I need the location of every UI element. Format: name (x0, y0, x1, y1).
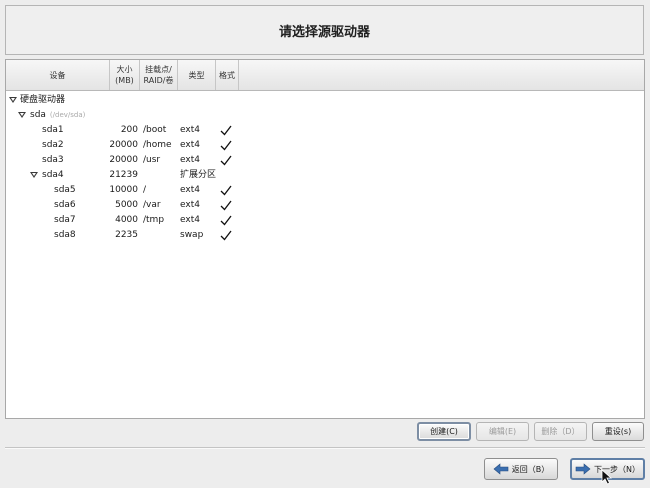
partition-type: ext4 (180, 185, 200, 195)
disk-path: (/dev/sda) (49, 111, 86, 119)
partition-type: ext4 (180, 140, 200, 150)
partition-type: swap (180, 230, 204, 240)
partition-device: sda3 (42, 155, 64, 165)
partition-size: 20000 (109, 140, 138, 150)
partition-row[interactable]: sda3 20000 /usr ext4 (6, 153, 644, 168)
partition-size: 21239 (109, 170, 138, 180)
arrow-right-icon (575, 463, 591, 475)
partition-mount: /boot (143, 125, 167, 135)
partition-type: ext4 (180, 215, 200, 225)
partition-mount: /usr (143, 155, 161, 165)
partition-type: ext4 (180, 200, 200, 210)
tree-row-hard-drives[interactable]: 硬盘驱动器 (6, 93, 644, 108)
column-header-mount[interactable]: 挂载点/ RAID/卷 (140, 60, 178, 90)
reset-button[interactable]: 重设(s) (592, 422, 644, 441)
format-checkmark-icon (220, 183, 234, 198)
partition-mount: /home (143, 140, 172, 150)
partition-size: 4000 (115, 215, 138, 225)
disk-label: sda (30, 110, 46, 120)
partition-size: 2235 (115, 230, 138, 240)
mouse-pointer-icon (601, 469, 613, 485)
partition-size: 10000 (109, 185, 138, 195)
format-checkmark-icon (220, 138, 234, 153)
partition-row-extended[interactable]: sda4 21239 扩展分区 (6, 168, 644, 183)
create-button[interactable]: 创建(C) (417, 422, 471, 441)
column-header-format[interactable]: 格式 (216, 60, 239, 90)
partition-size: 5000 (115, 200, 138, 210)
hard-drives-label: 硬盘驱动器 (20, 95, 66, 105)
partition-device: sda7 (54, 215, 76, 225)
partition-row[interactable]: sda6 5000 /var ext4 (6, 198, 644, 213)
column-header-type[interactable]: 类型 (178, 60, 216, 90)
expander-triangle-down-icon[interactable] (30, 172, 38, 178)
partition-row[interactable]: sda1 200 /boot ext4 (6, 123, 644, 138)
format-checkmark-icon (220, 153, 234, 168)
expander-triangle-down-icon[interactable] (9, 97, 17, 103)
partition-row[interactable]: sda7 4000 /tmp ext4 (6, 213, 644, 228)
back-button[interactable]: 返回（B） (484, 458, 558, 480)
title-banner: 请选择源驱动器 (5, 5, 644, 55)
partition-device: sda8 (54, 230, 76, 240)
partition-device: sda5 (54, 185, 76, 195)
format-checkmark-icon (220, 228, 234, 243)
edit-button[interactable]: 编辑(E) (476, 422, 529, 441)
partition-device: sda1 (42, 125, 64, 135)
arrow-left-icon (493, 463, 509, 475)
back-button-label: 返回（B） (511, 464, 550, 474)
partition-type: 扩展分区 (180, 170, 217, 180)
tree-row-sda[interactable]: sda (/dev/sda) (6, 108, 644, 123)
column-header-size[interactable]: 大小 (MB) (110, 60, 140, 90)
partition-mount: /tmp (143, 215, 165, 225)
tree-header: 设备 大小 (MB) 挂载点/ RAID/卷 类型 格式 (6, 60, 644, 91)
partition-mount: /var (143, 200, 161, 210)
format-checkmark-icon (220, 123, 234, 138)
partition-row[interactable]: sda2 20000 /home ext4 (6, 138, 644, 153)
separator (5, 447, 645, 449)
partition-device: sda2 (42, 140, 64, 150)
format-checkmark-icon (220, 198, 234, 213)
column-header-device[interactable]: 设备 (6, 60, 110, 90)
format-checkmark-icon (220, 213, 234, 228)
partition-mount: / (143, 185, 147, 195)
page-title: 请选择源驱动器 (278, 24, 370, 40)
partition-device: sda6 (54, 200, 76, 210)
delete-button[interactable]: 删除（D） (534, 422, 587, 441)
partition-size: 20000 (109, 155, 138, 165)
partition-row[interactable]: sda8 2235 swap (6, 228, 644, 243)
expander-triangle-down-icon[interactable] (18, 112, 26, 118)
partition-device: sda4 (42, 170, 64, 180)
partition-type: ext4 (180, 155, 200, 165)
partition-size: 200 (120, 125, 138, 135)
partition-tree[interactable]: 设备 大小 (MB) 挂载点/ RAID/卷 类型 格式 硬盘驱动器 sda (/… (5, 59, 645, 419)
partition-type: ext4 (180, 125, 200, 135)
partition-row[interactable]: sda5 10000 / ext4 (6, 183, 644, 198)
tree-body: 硬盘驱动器 sda (/dev/sda) sda1 200 /boot ext4 … (6, 91, 644, 418)
